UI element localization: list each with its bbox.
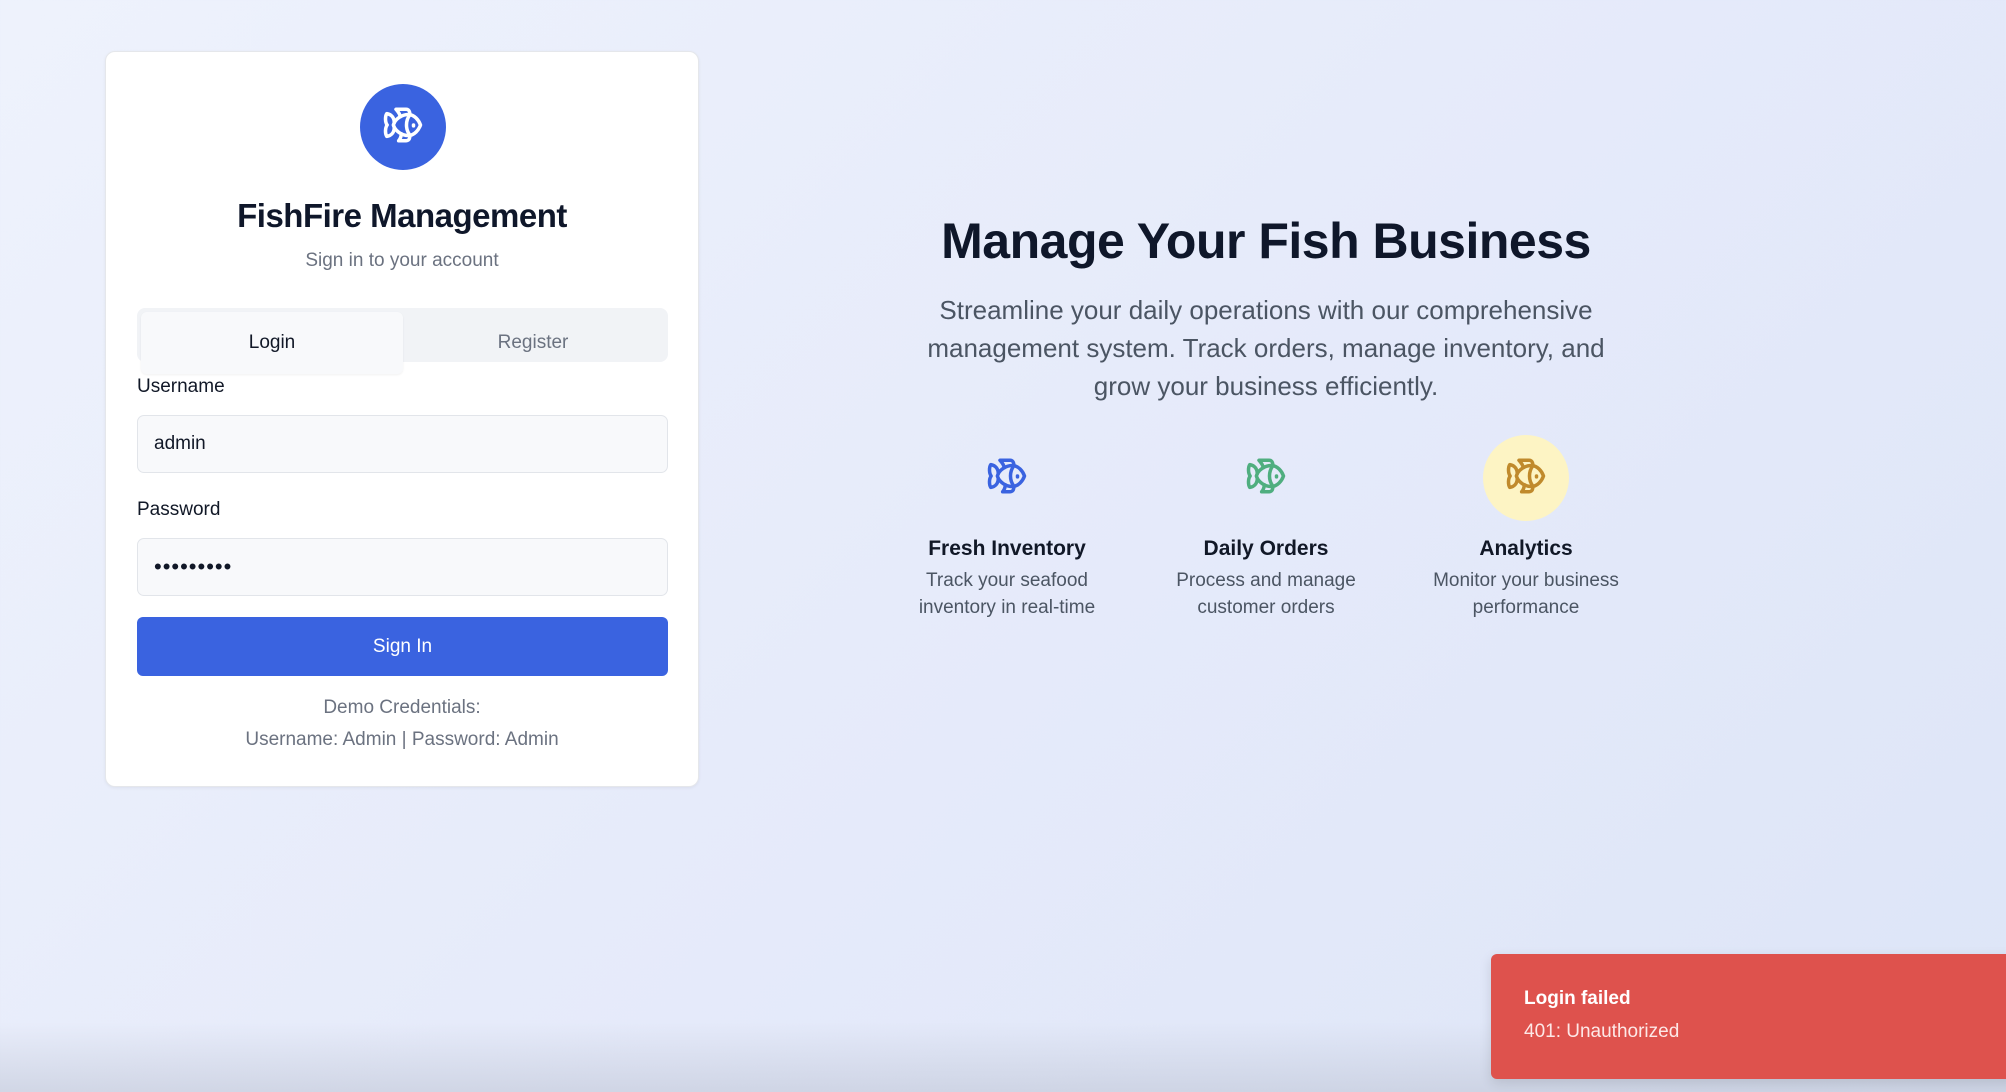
fish-icon bbox=[382, 104, 424, 151]
app-logo bbox=[360, 84, 446, 170]
demo-credentials-details: Username: Admin | Password: Admin bbox=[245, 729, 559, 750]
fish-icon bbox=[1245, 455, 1287, 502]
username-value: admin bbox=[154, 433, 206, 454]
hero-description: Streamline your daily operations with ou… bbox=[927, 295, 1605, 401]
login-card: FishFire Management Sign in to your acco… bbox=[105, 51, 699, 787]
hero-title: Manage Your Fish Business bbox=[941, 213, 1591, 269]
demo-credentials-heading: Demo Credentials: bbox=[323, 697, 481, 718]
feature-daily-orders: Daily Orders Process and manage customer… bbox=[1156, 435, 1376, 621]
feature-analytics: Analytics Monitor your business performa… bbox=[1416, 435, 1636, 621]
feature-description: Process and manage customer orders bbox=[1176, 570, 1356, 618]
fish-icon bbox=[1505, 455, 1547, 502]
feature-title: Fresh Inventory bbox=[928, 537, 1086, 560]
username-label: Username bbox=[137, 376, 225, 397]
sign-in-button[interactable]: Sign In bbox=[137, 617, 668, 676]
feature-fresh-inventory: Fresh Inventory Track your seafood inven… bbox=[897, 435, 1117, 621]
toast-title: Login failed bbox=[1524, 988, 1631, 1009]
tab-register[interactable]: Register bbox=[402, 312, 664, 358]
feature-icon-wrap bbox=[964, 435, 1050, 521]
password-value: ••••••••• bbox=[154, 554, 233, 579]
app-subtitle: Sign in to your account bbox=[305, 250, 499, 271]
feature-description: Monitor your business performance bbox=[1433, 570, 1619, 618]
password-label: Password bbox=[137, 499, 221, 520]
error-toast[interactable]: Login failed 401: Unauthorized bbox=[1491, 954, 2006, 1079]
toast-message: 401: Unauthorized bbox=[1524, 1021, 1680, 1042]
auth-tabs: Register Login bbox=[137, 308, 668, 374]
tab-login[interactable]: Login bbox=[141, 312, 403, 374]
feature-title: Analytics bbox=[1479, 537, 1573, 560]
feature-icon-wrap bbox=[1223, 435, 1309, 521]
feature-description: Track your seafood inventory in real-tim… bbox=[918, 570, 1096, 618]
password-input[interactable]: ••••••••• bbox=[137, 538, 668, 596]
feature-title: Daily Orders bbox=[1203, 537, 1329, 560]
username-input[interactable]: admin bbox=[137, 415, 668, 473]
feature-icon-wrap bbox=[1483, 435, 1569, 521]
fish-icon bbox=[986, 455, 1028, 502]
app-title: FishFire Management bbox=[237, 197, 567, 234]
